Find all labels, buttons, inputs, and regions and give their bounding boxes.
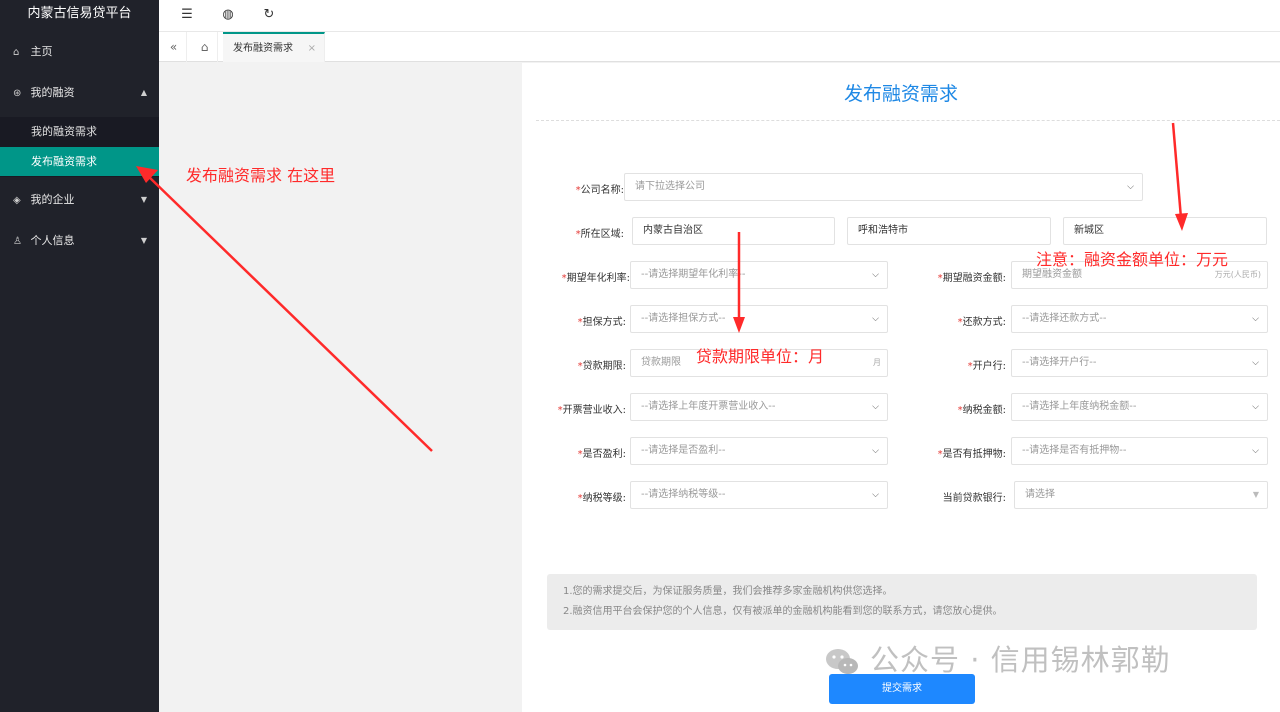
chevron-down-icon: ⌵ [872, 270, 879, 280]
sidebar-item-my-financing[interactable]: ⊛ 我的融资 ▲ [0, 74, 159, 112]
term-label: *贷款期限: [577, 361, 626, 372]
collateral-label: *是否有抵押物: [937, 449, 1006, 460]
form-panel: 发布融资需求 *公司名称: 请下拉选择公司 ⌵ *所在区域: 内蒙古自治区 呼和浩… [522, 63, 1280, 712]
amount-label: *期望融资金额: [937, 273, 1006, 284]
tax-select[interactable]: --请选择上年度纳税金额-- ⌵ [1011, 393, 1268, 421]
chevron-down-icon: ⌵ [872, 402, 879, 412]
city-input[interactable]: 呼和浩特市 [847, 217, 1051, 245]
repay-select[interactable]: --请选择还款方式-- ⌵ [1011, 305, 1268, 333]
sidebar-item-label: 我的企业 [30, 193, 75, 206]
curbank-label: 当前贷款银行: [942, 493, 1006, 504]
sidebar: 内蒙古信易贷平台 ⌂ 主页 ⊛ 我的融资 ▲ 我的融资需求 发布融资需求 ◈ 我… [0, 0, 159, 712]
sidebar-item-label: 我的融资 [30, 86, 75, 99]
company-label: *公司名称: [575, 185, 624, 196]
home-icon[interactable]: ⌂ [192, 32, 218, 62]
page-title: 发布融资需求 [843, 83, 958, 105]
refresh-icon[interactable]: ↻ [257, 4, 281, 26]
notice-line-1: 1.您的需求提交后，为保证服务质量，我们会推荐多家金融机构供您选择。 [563, 586, 893, 597]
caret-down-icon: ▼ [1252, 490, 1259, 499]
caret-up-icon: ▲ [140, 88, 147, 97]
guarantee-select[interactable]: --请选择担保方式-- ⌵ [630, 305, 888, 333]
sidebar-item-label: 主页 [30, 45, 53, 58]
notice-box: 1.您的需求提交后，为保证服务质量，我们会推荐多家金融机构供您选择。 2.融资信… [547, 574, 1257, 630]
user-icon: ♙ [13, 236, 22, 247]
bank-select[interactable]: --请选择开户行-- ⌵ [1011, 349, 1268, 377]
caret-down-icon: ▼ [140, 236, 147, 245]
tab-bar: « ⌂ 发布融资需求 × [159, 32, 1280, 62]
arrow-to-menu [147, 175, 433, 452]
profit-select[interactable]: --请选择是否盈利-- ⌵ [630, 437, 888, 465]
tax-label: *纳税金额: [957, 405, 1006, 416]
close-icon[interactable]: × [308, 34, 316, 64]
term-unit: 月 [873, 358, 881, 367]
annotation-menu: 发布融资需求 在这里 [186, 166, 336, 185]
caret-down-icon: ▼ [140, 195, 147, 204]
chevron-down-icon: ⌵ [872, 446, 879, 456]
financing-submenu: 我的融资需求 发布融资需求 [0, 117, 159, 177]
annotation-amount: 注意：融资金额单位：万元 [1036, 250, 1229, 269]
region-label: *所在区域: [575, 229, 624, 240]
revenue-select[interactable]: --请选择上年度开票营业收入-- ⌵ [630, 393, 888, 421]
tab-publish-demand[interactable]: 发布融资需求 × [223, 32, 325, 62]
sidebar-item-home[interactable]: ⌂ 主页 [0, 33, 159, 71]
shield-icon: ◈ [13, 195, 21, 206]
sidebar-item-publish-demand[interactable]: 发布融资需求 [0, 147, 159, 176]
watermark: 公众号 · 信用锡林郭勒 [824, 640, 1171, 680]
province-input[interactable]: 内蒙古自治区 [632, 217, 835, 245]
tab-label: 发布融资需求 [233, 43, 293, 54]
revenue-label: *开票营业收入: [557, 405, 626, 416]
district-input[interactable]: 新城区 [1063, 217, 1267, 245]
menu-fold-icon[interactable]: ☰ [175, 4, 199, 26]
guarantee-label: *担保方式: [577, 317, 626, 328]
profit-label: *是否盈利: [577, 449, 626, 460]
double-chevron-left-icon[interactable]: « [161, 32, 187, 62]
rate-select[interactable]: --请选择期望年化利率-- ⌵ [630, 261, 888, 289]
chevron-down-icon: ⌵ [1252, 446, 1259, 456]
brand-title: 内蒙古信易贷平台 [27, 6, 132, 21]
sidebar-item-my-company[interactable]: ◈ 我的企业 ▼ [0, 181, 159, 219]
company-select[interactable]: 请下拉选择公司 ⌵ [624, 173, 1143, 201]
chevron-down-icon: ⌵ [1252, 358, 1259, 368]
chevron-down-icon: ⌵ [1127, 182, 1134, 192]
chevron-down-icon: ⌵ [872, 490, 879, 500]
collateral-select[interactable]: --请选择是否有抵押物-- ⌵ [1011, 437, 1268, 465]
annotation-term: 贷款期限单位：月 [696, 347, 825, 366]
top-toolbar: ☰ ◍ ↻ [159, 0, 1280, 32]
home-icon: ⌂ [13, 47, 20, 58]
taxlevel-select[interactable]: --请选择纳税等级-- ⌵ [630, 481, 888, 509]
bank-label: *开户行: [967, 361, 1006, 372]
yen-circle-icon: ⊛ [13, 88, 22, 99]
repay-label: *还款方式: [957, 317, 1006, 328]
divider [536, 120, 1280, 121]
taxlevel-label: *纳税等级: [577, 493, 626, 504]
rate-label: *期望年化利率: [561, 273, 630, 284]
chevron-down-icon: ⌵ [1252, 314, 1259, 324]
notice-line-2: 2.融资信用平台会保护您的个人信息，仅有被派单的金融机构能看到您的联系方式，请您… [563, 606, 1003, 617]
chevron-down-icon: ⌵ [1252, 402, 1259, 412]
sidebar-item-my-demands[interactable]: 我的融资需求 [0, 117, 159, 146]
chevron-down-icon: ⌵ [872, 314, 879, 324]
watermark-text: 公众号 · 信用锡林郭勒 [870, 643, 1171, 677]
curbank-select[interactable]: 请选择 ▼ [1014, 481, 1268, 509]
wechat-icon [826, 649, 858, 674]
globe-icon[interactable]: ◍ [216, 4, 240, 26]
sidebar-item-label: 个人信息 [30, 234, 75, 247]
sidebar-item-personal-info[interactable]: ♙ 个人信息 ▼ [0, 222, 159, 260]
